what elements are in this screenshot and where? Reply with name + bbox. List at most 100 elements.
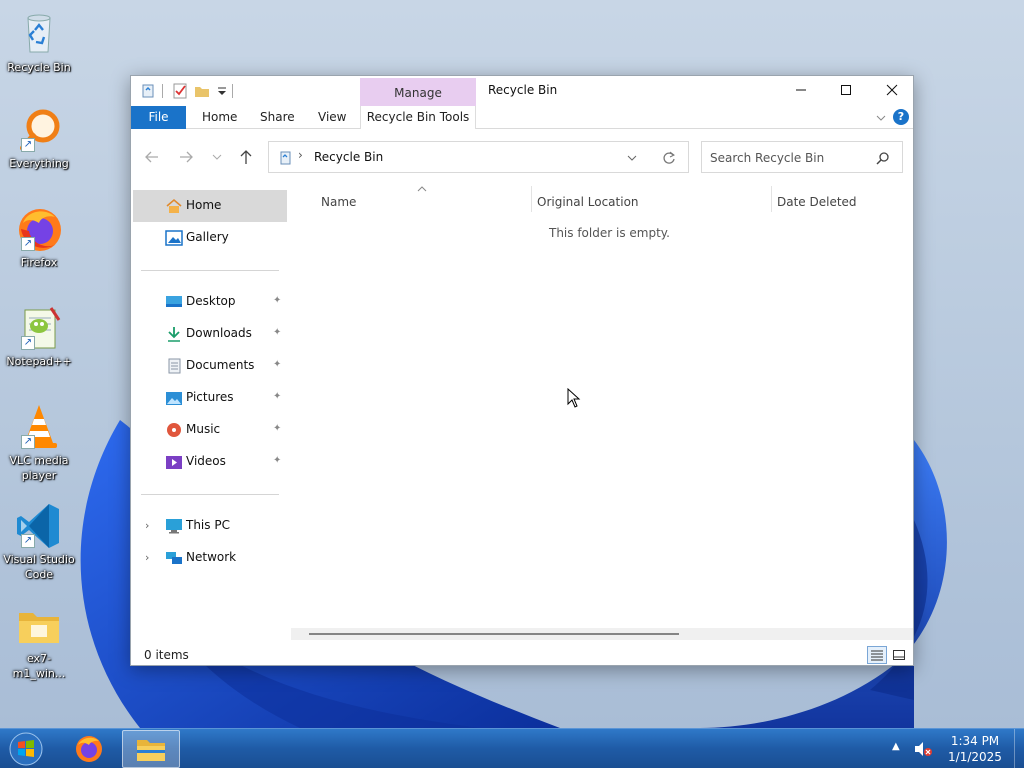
close-icon [886, 84, 898, 96]
title-bar[interactable]: Manage Recycle Bin [131, 76, 913, 106]
search-icon[interactable] [876, 151, 890, 165]
large-icons-view-button[interactable] [889, 646, 909, 664]
tab-file[interactable]: File [131, 106, 186, 129]
up-button[interactable] [235, 146, 257, 168]
address-bar[interactable]: › Recycle Bin [268, 141, 689, 173]
search-box[interactable] [701, 141, 903, 173]
nav-divider-2 [141, 494, 279, 495]
breadcrumb-separator-icon: › [298, 148, 303, 162]
help-icon[interactable]: ? [893, 109, 909, 125]
column-separator-2[interactable] [771, 186, 772, 212]
minimize-icon [796, 89, 806, 91]
refresh-icon[interactable] [662, 151, 676, 165]
nav-item-pictures[interactable]: Pictures ✦ [133, 382, 287, 414]
column-header-name[interactable]: Name [321, 191, 356, 213]
recycle-bin-icon [15, 10, 63, 58]
expand-chevron-icon[interactable]: › [145, 551, 149, 564]
forward-button[interactable] [175, 146, 197, 168]
desktop-icon-firefox[interactable]: ↗ Firefox [2, 205, 76, 270]
file-explorer-window: Manage Recycle Bin File Home Share View … [130, 75, 914, 666]
nav-divider [141, 270, 279, 271]
everything-search-icon: ↗ [15, 106, 63, 154]
nav-label-home: Home [186, 198, 222, 212]
clock-time: 1:34 PM [950, 734, 1000, 748]
volume-muted-icon[interactable] [912, 739, 934, 759]
search-input[interactable] [710, 149, 870, 167]
recent-locations-button[interactable] [206, 146, 228, 168]
home-icon [166, 198, 182, 213]
properties-quick-icon[interactable] [171, 82, 189, 100]
up-arrow-icon [240, 150, 252, 164]
nav-item-home[interactable]: Home [133, 190, 287, 222]
details-view-button[interactable] [867, 646, 887, 664]
nav-label-this-pc: This PC [186, 518, 230, 532]
system-clock[interactable]: 1:34 PM 1/1/2025 [944, 733, 1006, 765]
forward-arrow-icon [180, 151, 193, 163]
network-icon [166, 552, 182, 564]
manage-contextual-tab[interactable]: Manage [360, 78, 476, 106]
pin-icon[interactable]: ✦ [273, 423, 283, 435]
tab-view[interactable]: View [304, 106, 360, 129]
large-icons-view-icon [893, 650, 905, 660]
close-button[interactable] [869, 76, 915, 104]
videos-icon [166, 456, 182, 469]
this-pc-icon [166, 519, 182, 534]
vlc-icon: ↗ [15, 403, 63, 451]
nav-label-downloads: Downloads [186, 326, 252, 340]
desktop-icon-folder[interactable]: ex7-m1_win... [2, 601, 76, 681]
maximize-button[interactable] [823, 76, 869, 104]
items-count: 0 items [144, 648, 189, 662]
taskbar-firefox[interactable] [60, 730, 118, 768]
tab-home[interactable]: Home [188, 106, 251, 129]
nav-label-documents: Documents [186, 358, 255, 372]
desktop-icon-notepad-plus-plus[interactable]: ↗ Notepad++ [2, 304, 76, 369]
start-button[interactable] [6, 731, 46, 767]
pin-icon[interactable]: ✦ [273, 455, 283, 467]
scrollbar-thumb[interactable] [309, 633, 679, 635]
recycle-bin-small-icon[interactable] [139, 82, 157, 100]
file-list-pane[interactable]: Name Original Location Date Deleted This… [291, 186, 913, 641]
expand-ribbon-chevron-icon[interactable] [875, 112, 887, 124]
nav-label-desktop: Desktop [186, 294, 236, 308]
show-desktop-button[interactable] [1014, 729, 1024, 768]
desktop-icon-vlc[interactable]: ↗ VLC media player [2, 403, 76, 483]
new-folder-quick-icon[interactable] [193, 82, 211, 100]
nav-item-this-pc[interactable]: › This PC [133, 510, 287, 542]
pin-icon[interactable]: ✦ [273, 295, 283, 307]
nav-item-downloads[interactable]: Downloads ✦ [133, 318, 287, 350]
maximize-icon [841, 85, 851, 95]
pictures-icon [166, 392, 182, 405]
nav-label-music: Music [186, 422, 221, 436]
mouse-cursor-icon [567, 388, 581, 408]
expand-chevron-icon[interactable]: › [145, 519, 149, 532]
back-arrow-icon [145, 151, 158, 163]
pin-icon[interactable]: ✦ [273, 327, 283, 339]
pin-icon[interactable]: ✦ [273, 391, 283, 403]
address-history-chevron-icon[interactable] [626, 152, 638, 164]
desktop-icon-everything[interactable]: ↗ Everything [2, 106, 76, 171]
minimize-button[interactable] [778, 76, 824, 104]
empty-folder-message: This folder is empty. [549, 226, 670, 240]
vscode-icon: ↗ [15, 502, 63, 550]
nav-item-documents[interactable]: Documents ✦ [133, 350, 287, 382]
customize-quick-access-icon[interactable] [213, 82, 231, 100]
show-hidden-icons-chevron-icon[interactable]: ▲ [892, 741, 900, 752]
music-icon [167, 423, 181, 437]
breadcrumb-recycle-bin[interactable]: Recycle Bin [314, 150, 383, 164]
column-header-date-deleted[interactable]: Date Deleted [777, 191, 857, 213]
horizontal-scrollbar[interactable] [291, 628, 913, 640]
column-header-original-location[interactable]: Original Location [537, 191, 639, 213]
nav-item-videos[interactable]: Videos ✦ [133, 446, 287, 478]
nav-item-desktop[interactable]: Desktop ✦ [133, 286, 287, 318]
column-separator[interactable] [531, 186, 532, 212]
tab-share[interactable]: Share [246, 106, 309, 129]
taskbar-file-explorer[interactable] [122, 730, 180, 768]
back-button[interactable] [141, 146, 163, 168]
nav-item-music[interactable]: Music ✦ [133, 414, 287, 446]
nav-item-gallery[interactable]: Gallery [133, 222, 287, 254]
desktop-icon-vscode[interactable]: ↗ Visual Studio Code [2, 502, 76, 582]
tab-recycle-bin-tools[interactable]: Recycle Bin Tools [360, 106, 476, 129]
pin-icon[interactable]: ✦ [273, 359, 283, 371]
nav-item-network[interactable]: › Network [133, 542, 287, 574]
desktop-icon-recycle-bin[interactable]: Recycle Bin [2, 10, 76, 75]
